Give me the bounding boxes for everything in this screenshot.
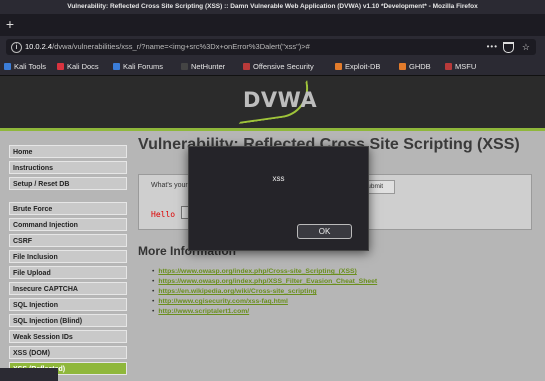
bookmark-msfu[interactable]: MSFU (445, 58, 476, 75)
menu-item-setup[interactable]: Setup / Reset DB (9, 177, 127, 190)
kali-docs-icon (57, 63, 64, 70)
header-divider (0, 128, 545, 131)
menu-item-weak-session-ids[interactable]: Weak Session IDs (9, 330, 127, 343)
kali-forums-icon (113, 63, 120, 70)
hello-output: Hello (151, 210, 176, 219)
navigation-bar: i 10.0.2.4/dvwa/vulnerabilities/xss_r/?n… (0, 36, 545, 58)
list-item: • https://www.owasp.org/index.php/XSS_Fil… (152, 278, 378, 285)
link-owasp-filter-evasion[interactable]: https://www.owasp.org/index.php/XSS_Filt… (158, 278, 377, 285)
more-info-links: • https://www.owasp.org/index.php/Cross-s… (152, 267, 377, 317)
menu-item-brute-force[interactable]: Brute Force (9, 202, 127, 215)
bookmark-exploit-db[interactable]: Exploit-DB (335, 58, 380, 75)
url-path: /dvwa/vulnerabilities/xss_r/?name=<img+s… (52, 42, 310, 51)
list-item: • https://en.wikipedia.org/wiki/Cross-sit… (152, 288, 317, 295)
menu-item-insecure-captcha[interactable]: Insecure CAPTCHA (9, 282, 127, 295)
bookmark-nethunter[interactable]: NetHunter (181, 58, 225, 75)
link-cgisecurity[interactable]: http://www.cgisecurity.com/xss-faq.html (158, 298, 288, 305)
bookmark-ghdb[interactable]: GHDB (399, 58, 431, 75)
bookmark-kali-docs[interactable]: Kali Docs (57, 58, 99, 75)
kali-icon (4, 63, 11, 70)
ok-button[interactable]: OK (297, 224, 352, 239)
offsec-icon (243, 63, 250, 70)
list-item: • http://www.scriptalert1.com/ (152, 308, 250, 315)
link-wikipedia-xss[interactable]: https://en.wikipedia.org/wiki/Cross-site… (158, 288, 316, 295)
link-owasp-xss[interactable]: https://www.owasp.org/index.php/Cross-si… (158, 268, 356, 275)
menu-item-sql-injection[interactable]: SQL Injection (9, 298, 127, 311)
bookmark-kali-forums[interactable]: Kali Forums (113, 58, 163, 75)
menu-item-file-upload[interactable]: File Upload (9, 266, 127, 279)
alert-dialog: xss OK (188, 146, 369, 251)
url-text[interactable]: 10.0.2.4/dvwa/vulnerabilities/xss_r/?nam… (25, 39, 310, 55)
link-scriptalert1[interactable]: http://www.scriptalert1.com/ (158, 308, 249, 315)
menu-item-csrf[interactable]: CSRF (9, 234, 127, 247)
url-bar[interactable]: i 10.0.2.4/dvwa/vulnerabilities/xss_r/?n… (6, 39, 536, 55)
page-actions-icon[interactable]: ••• (487, 39, 498, 55)
nethunter-icon (181, 63, 188, 70)
dvwa-header: DVWA (0, 76, 545, 128)
menu-item-instructions[interactable]: Instructions (9, 161, 127, 174)
msfu-icon (445, 63, 452, 70)
bookmark-offensive-security[interactable]: Offensive Security (243, 58, 314, 75)
menu-item-sql-injection-blind[interactable]: SQL Injection (Blind) (9, 314, 127, 327)
menu-item-home[interactable]: Home (9, 145, 127, 158)
tab-strip: + (0, 14, 545, 36)
menu-item-file-inclusion[interactable]: File Inclusion (9, 250, 127, 263)
dvwa-logo: DVWA (243, 88, 318, 112)
info-icon[interactable]: i (11, 42, 22, 53)
bookmarks-toolbar: Kali Tools Kali Docs Kali Forums NetHunt… (0, 58, 545, 76)
list-item: • https://www.owasp.org/index.php/Cross-s… (152, 268, 357, 275)
window-title: Vulnerability: Reflected Cross Site Scri… (0, 0, 545, 14)
url-host: 10.0.2.4 (25, 42, 53, 51)
new-tab-button[interactable]: + (3, 17, 17, 31)
ghdb-icon (399, 63, 406, 70)
bookmark-kali-tools[interactable]: Kali Tools (4, 58, 46, 75)
menu-item-command-injection[interactable]: Command Injection (9, 218, 127, 231)
bookmark-star-icon[interactable]: ☆ (522, 39, 530, 55)
alert-message: xss (272, 174, 285, 183)
status-overlay (0, 368, 58, 381)
exploitdb-icon (335, 63, 342, 70)
list-item: • http://www.cgisecurity.com/xss-faq.html (152, 298, 288, 305)
menu-item-xss-dom[interactable]: XSS (DOM) (9, 346, 127, 359)
pocket-icon[interactable] (503, 42, 514, 53)
